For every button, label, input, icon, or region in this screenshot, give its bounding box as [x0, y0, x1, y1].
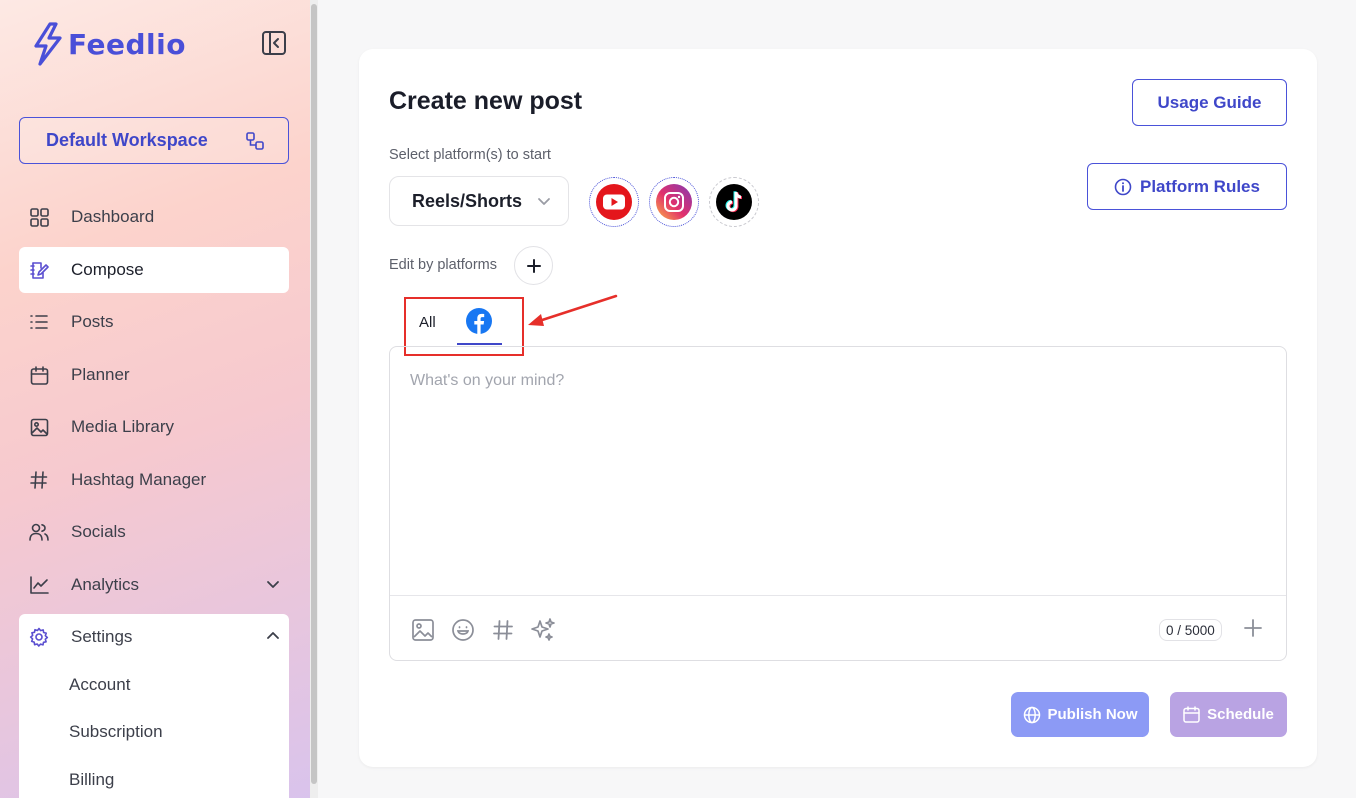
gear-icon: [29, 627, 49, 647]
tiktok-icon: [716, 184, 752, 220]
editor-placeholder: What's on your mind?: [410, 372, 565, 389]
globe-icon: [1023, 706, 1040, 723]
chevron-down-icon: [538, 198, 550, 205]
publish-now-button[interactable]: Publish Now: [1011, 692, 1149, 737]
sidebar-item-label: Socials: [71, 522, 126, 541]
ai-assist-button[interactable]: [530, 617, 556, 643]
emoji-icon: [452, 619, 474, 641]
sidebar-item-dashboard[interactable]: Dashboard: [19, 194, 289, 240]
image-icon: [412, 619, 434, 641]
hashtag-button[interactable]: [490, 617, 516, 643]
youtube-platform-toggle[interactable]: [589, 177, 639, 227]
sidebar: Feedlio Default Workspace Dashboard Comp…: [0, 0, 310, 798]
page-title: Create new post: [389, 87, 583, 115]
chart-icon: [29, 575, 49, 595]
sidebar-item-label: Media Library: [71, 417, 174, 436]
list-icon: [29, 312, 49, 332]
add-media-button[interactable]: [410, 617, 436, 643]
sidebar-item-analytics[interactable]: Analytics: [19, 562, 289, 608]
sidebar-collapse-button[interactable]: [259, 28, 289, 58]
youtube-icon: [596, 184, 632, 220]
settings-panel: Settings Account Subscription Billing: [19, 614, 289, 798]
sidebar-item-socials[interactable]: Socials: [19, 509, 289, 555]
instagram-platform-toggle[interactable]: [649, 177, 699, 227]
switch-icon: [246, 131, 264, 150]
sparkle-icon: [531, 618, 555, 641]
editor-divider: [390, 595, 1286, 596]
sidebar-item-label: Hashtag Manager: [71, 470, 207, 489]
hashtag-icon: [493, 620, 513, 640]
platform-rules-button[interactable]: Platform Rules: [1087, 163, 1287, 210]
dashboard-icon: [29, 207, 49, 227]
sidebar-scrollbar[interactable]: [310, 0, 318, 798]
sidebar-subitem-subscription[interactable]: Subscription: [69, 722, 163, 742]
add-block-button[interactable]: [1242, 617, 1264, 644]
sidebar-item-media-library[interactable]: Media Library: [19, 404, 289, 450]
scrollbar-thumb[interactable]: [311, 4, 317, 784]
app-name: Feedlio: [68, 27, 186, 61]
workspace-selector[interactable]: Default Workspace: [19, 117, 289, 164]
post-editor[interactable]: What's on your mind? 0 / 5000: [389, 346, 1287, 661]
schedule-button[interactable]: Schedule: [1170, 692, 1287, 737]
sidebar-item-planner[interactable]: Planner: [19, 352, 289, 398]
plus-icon: [1244, 619, 1262, 637]
collapse-icon: [262, 31, 286, 55]
sidebar-item-label: Posts: [71, 312, 114, 331]
post-type-value: Reels/Shorts: [412, 190, 523, 211]
sidebar-item-compose[interactable]: Compose: [19, 247, 289, 293]
emoji-button[interactable]: [450, 617, 476, 643]
sidebar-item-label: Dashboard: [71, 207, 155, 226]
compose-icon: [29, 260, 49, 280]
sidebar-item-label: Settings: [71, 627, 133, 646]
instagram-icon: [656, 184, 692, 220]
sidebar-subitem-account[interactable]: Account: [69, 675, 130, 695]
add-platform-button[interactable]: [514, 246, 553, 285]
character-counter: 0 / 5000: [1159, 619, 1222, 641]
create-post-card: Create new post Usage Guide Platform Rul…: [359, 49, 1317, 767]
hashtag-icon: [29, 470, 49, 490]
usage-guide-button[interactable]: Usage Guide: [1132, 79, 1287, 126]
image-icon: [29, 417, 49, 437]
calendar-icon: [1183, 706, 1200, 723]
select-platform-label: Select platform(s) to start: [389, 147, 551, 163]
calendar-icon: [29, 365, 49, 385]
info-icon: [1114, 178, 1132, 195]
bolt-icon: [34, 22, 62, 66]
sidebar-item-settings[interactable]: Settings: [19, 614, 289, 660]
chevron-down-icon: [267, 581, 279, 588]
plus-icon: [526, 258, 541, 273]
post-type-select[interactable]: Reels/Shorts: [389, 176, 569, 226]
tiktok-platform-toggle[interactable]: [709, 177, 759, 227]
workspace-label: Default Workspace: [46, 130, 208, 150]
sidebar-subitem-billing[interactable]: Billing: [69, 770, 114, 790]
chevron-up-icon: [267, 632, 279, 639]
publish-now-label: Publish Now: [1047, 706, 1138, 723]
edit-by-platforms-label: Edit by platforms: [389, 257, 497, 273]
annotation-arrow-icon: [528, 294, 618, 326]
sidebar-item-posts[interactable]: Posts: [19, 299, 289, 345]
sidebar-item-label: Planner: [71, 365, 130, 384]
sidebar-item-label: Analytics: [71, 575, 140, 594]
sidebar-item-label: Compose: [71, 260, 144, 279]
sidebar-item-hashtag-manager[interactable]: Hashtag Manager: [19, 457, 289, 503]
users-icon: [29, 522, 49, 542]
schedule-label: Schedule: [1207, 706, 1274, 723]
logo: Feedlio: [30, 22, 186, 66]
usage-guide-label: Usage Guide: [1157, 92, 1262, 112]
platform-rules-label: Platform Rules: [1140, 176, 1260, 196]
